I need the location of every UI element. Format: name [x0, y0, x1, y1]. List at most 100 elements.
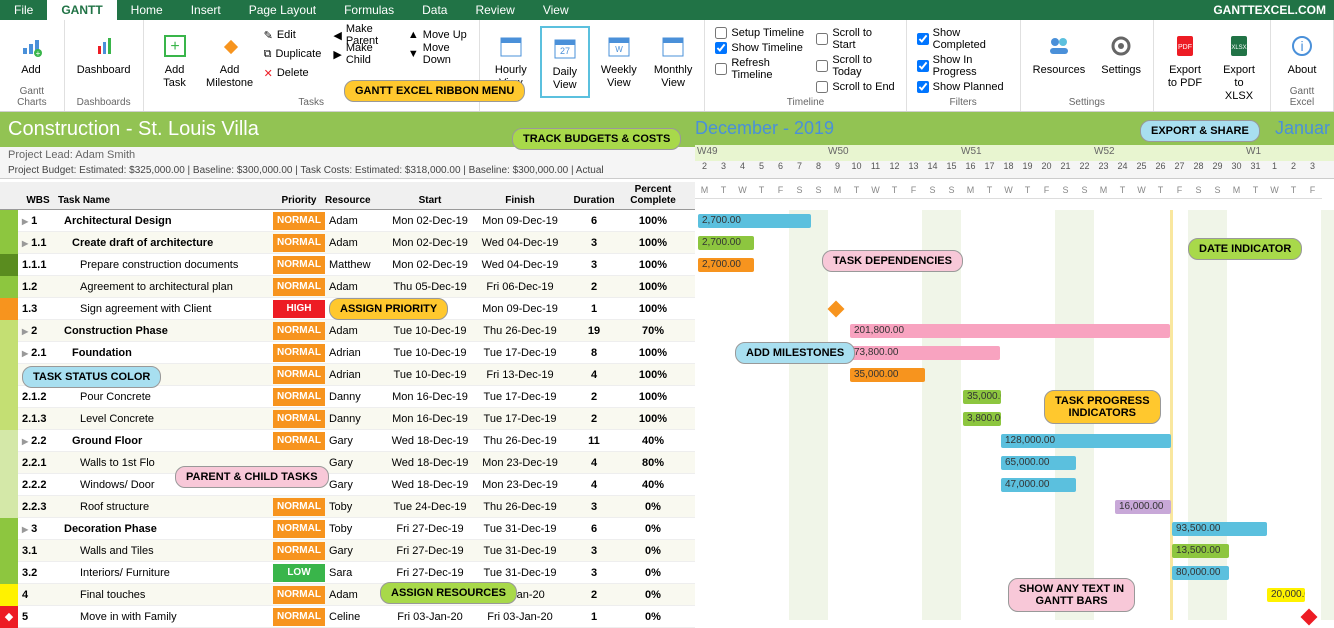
resources-button[interactable]: Resources: [1027, 26, 1092, 81]
start-cell[interactable]: Tue 10-Dec-19: [385, 325, 475, 337]
scroll-end-check[interactable]: Scroll to End: [812, 80, 899, 94]
start-cell[interactable]: Mon 16-Dec-19: [385, 391, 475, 403]
add-milestone-button[interactable]: Add Milestone: [204, 26, 256, 94]
wbs-cell[interactable]: ▶1.1: [18, 237, 58, 249]
col-finish[interactable]: Finish: [475, 195, 565, 206]
wbs-cell[interactable]: 2.2.3: [18, 501, 58, 513]
duration-cell[interactable]: 4: [565, 479, 623, 491]
task-row[interactable]: 2.2.2 Windows/ Door Gary Wed 18-Dec-19 M…: [0, 474, 695, 496]
finish-cell[interactable]: Fri 06-Dec-19: [475, 281, 565, 293]
pct-cell[interactable]: 100%: [623, 259, 683, 271]
duration-cell[interactable]: 6: [565, 215, 623, 227]
task-name-cell[interactable]: Walls and Tiles: [58, 545, 273, 557]
start-cell[interactable]: Fri 27-Dec-19: [385, 567, 475, 579]
menu-gantt[interactable]: GANTT: [47, 0, 116, 20]
task-name-cell[interactable]: Prepare construction documents: [58, 259, 273, 271]
pct-cell[interactable]: 0%: [623, 523, 683, 535]
task-row[interactable]: 2.2.3 Roof structure NORMAL Toby Tue 24-…: [0, 496, 695, 518]
pct-cell[interactable]: 40%: [623, 479, 683, 491]
pct-cell[interactable]: 100%: [623, 303, 683, 315]
weekly-view-button[interactable]: WWeekly View: [594, 26, 644, 94]
finish-cell[interactable]: Mon 23-Dec-19: [475, 457, 565, 469]
priority-cell[interactable]: NORMAL: [273, 520, 325, 538]
show-in-progress-check[interactable]: Show In Progress: [913, 53, 1014, 79]
priority-cell[interactable]: NORMAL: [273, 278, 325, 296]
finish-cell[interactable]: Thu 26-Dec-19: [475, 501, 565, 513]
duration-cell[interactable]: 3: [565, 259, 623, 271]
col-priority[interactable]: Priority: [273, 195, 325, 206]
finish-cell[interactable]: Mon 09-Dec-19: [475, 303, 565, 315]
task-row[interactable]: ▶3 Decoration Phase NORMAL Toby Fri 27-D…: [0, 518, 695, 540]
task-row[interactable]: 4 Final touches NORMAL Adam 02-Jan-20 2 …: [0, 584, 695, 606]
priority-cell[interactable]: NORMAL: [273, 432, 325, 450]
task-row[interactable]: ◆ 5 Move in with Family NORMAL Celine Fr…: [0, 606, 695, 628]
menu-data[interactable]: Data: [408, 0, 461, 20]
resource-cell[interactable]: Gary: [325, 435, 385, 447]
task-row[interactable]: 3.2 Interiors/ Furniture LOW Sara Fri 27…: [0, 562, 695, 584]
resource-cell[interactable]: Adam: [325, 237, 385, 249]
resource-cell[interactable]: Adam: [325, 325, 385, 337]
dashboard-button[interactable]: Dashboard: [71, 26, 137, 81]
finish-cell[interactable]: Tue 17-Dec-19: [475, 391, 565, 403]
pct-cell[interactable]: 80%: [623, 457, 683, 469]
pct-cell[interactable]: 0%: [623, 567, 683, 579]
pct-cell[interactable]: 100%: [623, 413, 683, 425]
duration-cell[interactable]: 2: [565, 589, 623, 601]
pct-cell[interactable]: 0%: [623, 501, 683, 513]
task-name-cell[interactable]: Pour Concrete: [58, 391, 273, 403]
priority-cell[interactable]: NORMAL: [273, 322, 325, 340]
duration-cell[interactable]: 2: [565, 413, 623, 425]
task-row[interactable]: 1.2 Agreement to architectural plan NORM…: [0, 276, 695, 298]
pct-cell[interactable]: 0%: [623, 611, 683, 623]
export-pdf-button[interactable]: PDFExport to PDF: [1160, 26, 1210, 94]
pct-cell[interactable]: 0%: [623, 545, 683, 557]
wbs-cell[interactable]: 2.2.2: [18, 479, 58, 491]
pct-cell[interactable]: 100%: [623, 281, 683, 293]
duration-cell[interactable]: 2: [565, 391, 623, 403]
wbs-cell[interactable]: 2.1.2: [18, 391, 58, 403]
task-name-cell[interactable]: Sign agreement with Client: [58, 303, 273, 315]
show-timeline-check[interactable]: Show Timeline: [711, 41, 808, 55]
priority-cell[interactable]: NORMAL: [273, 608, 325, 626]
task-row[interactable]: ▶1 Architectural Design NORMAL Adam Mon …: [0, 210, 695, 232]
task-row[interactable]: 1.1.1 Prepare construction documents NOR…: [0, 254, 695, 276]
duration-cell[interactable]: 8: [565, 347, 623, 359]
gantt-bar[interactable]: 20,000.00: [1267, 588, 1305, 602]
show-completed-check[interactable]: Show Completed: [913, 26, 1014, 52]
duration-cell[interactable]: 1: [565, 611, 623, 623]
start-cell[interactable]: Fri 27-Dec-19: [385, 523, 475, 535]
finish-cell[interactable]: Tue 31-Dec-19: [475, 523, 565, 535]
resource-cell[interactable]: Danny: [325, 391, 385, 403]
priority-cell[interactable]: NORMAL: [273, 344, 325, 362]
resource-cell[interactable]: Celine: [325, 611, 385, 623]
col-name[interactable]: Task Name: [58, 195, 273, 206]
gantt-bar[interactable]: 80,000.00: [1172, 566, 1229, 580]
start-cell[interactable]: Mon 02-Dec-19: [385, 237, 475, 249]
gantt-bar[interactable]: 93,500.00: [1172, 522, 1267, 536]
resource-cell[interactable]: Adrian: [325, 369, 385, 381]
task-name-cell[interactable]: Interiors/ Furniture: [58, 567, 273, 579]
task-row[interactable]: ▶2.1 Foundation NORMAL Adrian Tue 10-Dec…: [0, 342, 695, 364]
resource-cell[interactable]: Gary: [325, 457, 385, 469]
finish-cell[interactable]: Tue 31-Dec-19: [475, 545, 565, 557]
scroll-today-check[interactable]: Scroll to Today: [812, 53, 899, 79]
wbs-cell[interactable]: ▶2.1: [18, 347, 58, 359]
duration-cell[interactable]: 3: [565, 545, 623, 557]
task-row[interactable]: 2.1.3 Level Concrete NORMAL Danny Mon 16…: [0, 408, 695, 430]
task-row[interactable]: 2.1.2 Pour Concrete NORMAL Danny Mon 16-…: [0, 386, 695, 408]
menu-page-layout[interactable]: Page Layout: [235, 0, 330, 20]
priority-cell[interactable]: HIGH: [273, 300, 325, 318]
col-wbs[interactable]: WBS: [18, 195, 58, 206]
duration-cell[interactable]: 3: [565, 501, 623, 513]
gantt-bar[interactable]: 201,800.00: [850, 324, 1170, 338]
pct-cell[interactable]: 0%: [623, 589, 683, 601]
start-cell[interactable]: Wed 18-Dec-19: [385, 457, 475, 469]
task-row[interactable]: ▶1.1 Create draft of architecture NORMAL…: [0, 232, 695, 254]
wbs-cell[interactable]: ▶3: [18, 523, 58, 535]
resource-cell[interactable]: Matthew: [325, 259, 385, 271]
task-row[interactable]: 3.1 Walls and Tiles NORMAL Gary Fri 27-D…: [0, 540, 695, 562]
pct-cell[interactable]: 70%: [623, 325, 683, 337]
finish-cell[interactable]: Mon 23-Dec-19: [475, 479, 565, 491]
gantt-bar[interactable]: 73,800.00: [850, 346, 1000, 360]
resource-cell[interactable]: Toby: [325, 523, 385, 535]
